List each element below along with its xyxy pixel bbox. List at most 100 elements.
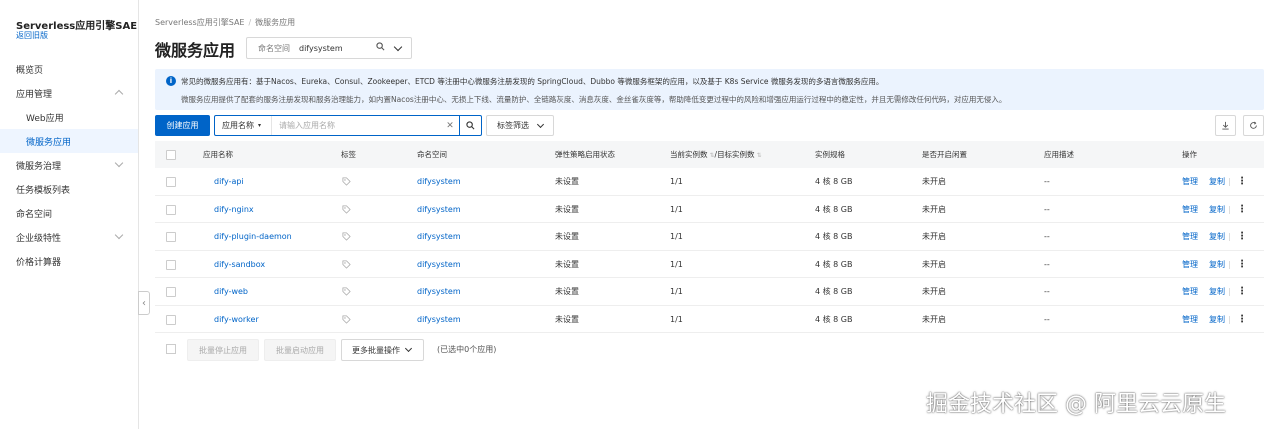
- copy-link[interactable]: 复制: [1209, 196, 1225, 223]
- refresh-icon: [1250, 121, 1257, 129]
- namespace-link[interactable]: difysystem: [417, 278, 461, 305]
- download-icon: [1222, 121, 1229, 130]
- tag-icon[interactable]: [342, 259, 351, 269]
- back-to-old-version-link[interactable]: 返回旧版: [16, 30, 48, 41]
- watermark: 掘金技术社区 @ 阿里云云原生: [926, 392, 1226, 417]
- chevron-up-icon: [114, 89, 124, 99]
- tag-filter-select[interactable]: 标签筛选: [486, 115, 554, 136]
- more-batch-label: 更多批量操作: [352, 345, 400, 355]
- manage-link[interactable]: 管理: [1182, 223, 1198, 250]
- instance-count: 1/1: [670, 314, 683, 324]
- breadcrumb-root[interactable]: Serverless应用引擎SAE: [155, 18, 244, 27]
- manage-link[interactable]: 管理: [1182, 196, 1198, 223]
- namespace-link[interactable]: difysystem: [417, 196, 461, 223]
- footer-select-all-checkbox[interactable]: [166, 344, 176, 354]
- namespace-link[interactable]: difysystem: [417, 168, 461, 195]
- more-actions-icon[interactable]: ⋮: [1237, 223, 1247, 250]
- app-description: --: [1044, 204, 1050, 214]
- policy-status: 未设置: [555, 177, 579, 186]
- idle-status: 未开启: [922, 287, 946, 296]
- create-app-button[interactable]: 创建应用: [155, 115, 210, 136]
- app-name-link[interactable]: dify-nginx: [214, 196, 254, 223]
- app-root: Serverless应用引擎SAE 返回旧版 概览页 应用管理 Web应用 微服…: [0, 0, 1278, 429]
- manage-link[interactable]: 管理: [1182, 251, 1198, 278]
- app-name-link[interactable]: dify-web: [214, 278, 248, 305]
- sidebar-item-enterprise-features[interactable]: 企业级特性: [0, 225, 138, 249]
- search-type-select[interactable]: 应用名称 ▾: [215, 116, 271, 135]
- manage-link[interactable]: 管理: [1182, 306, 1198, 333]
- breadcrumb: Serverless应用引擎SAE / 微服务应用: [155, 17, 295, 28]
- tag-icon[interactable]: [342, 232, 351, 241]
- more-batch-actions-button[interactable]: 更多批量操作: [341, 339, 424, 361]
- copy-link[interactable]: 复制: [1209, 251, 1225, 278]
- tag-icon[interactable]: [342, 287, 351, 296]
- clear-icon[interactable]: ✕: [441, 121, 459, 131]
- sidebar-item-web-apps[interactable]: Web应用: [0, 105, 138, 129]
- more-actions-icon[interactable]: ⋮: [1237, 306, 1247, 333]
- sidebar-item-microservice-governance[interactable]: 微服务治理: [0, 153, 138, 177]
- row-checkbox[interactable]: [166, 177, 176, 187]
- search-button[interactable]: [459, 116, 481, 135]
- sidebar-item-job-templates[interactable]: 任务模板列表: [0, 177, 138, 201]
- sidebar-item-microservice-apps[interactable]: 微服务应用: [0, 129, 138, 153]
- sidebar-item-label: 命名空间: [16, 209, 53, 220]
- app-name-link[interactable]: dify-worker: [214, 306, 259, 333]
- info-line-1: 常见的微服务应用有：基于Nacos、Eureka、Consul、Zookeepe…: [181, 77, 884, 86]
- sidebar-item-app-management[interactable]: 应用管理: [0, 81, 138, 105]
- tag-icon[interactable]: [342, 314, 351, 324]
- instance-spec: 4 核 8 GB: [815, 259, 853, 269]
- row-checkbox[interactable]: [166, 204, 176, 215]
- namespace-select[interactable]: 命名空间 difysystem: [246, 37, 412, 59]
- download-button[interactable]: [1215, 115, 1236, 136]
- copy-link[interactable]: 复制: [1209, 223, 1225, 250]
- namespace-link[interactable]: difysystem: [417, 251, 461, 278]
- sidebar-item-namespaces[interactable]: 命名空间: [0, 201, 138, 225]
- sidebar-collapse-button[interactable]: ‹: [138, 291, 150, 315]
- info-banner: i 常见的微服务应用有：基于Nacos、Eureka、Consul、Zookee…: [155, 69, 1264, 110]
- more-actions-icon[interactable]: ⋮: [1237, 278, 1247, 305]
- search-input[interactable]: [271, 116, 441, 135]
- select-all-checkbox[interactable]: [166, 150, 176, 160]
- chevron-down-icon: [536, 120, 545, 129]
- search-icon: [466, 121, 475, 130]
- column-header-tag: 标签: [341, 150, 356, 159]
- column-header-ops: 操作: [1182, 150, 1197, 159]
- copy-link[interactable]: 复制: [1209, 168, 1225, 195]
- manage-link[interactable]: 管理: [1182, 168, 1198, 195]
- row-checkbox[interactable]: [166, 314, 176, 325]
- tag-icon[interactable]: [342, 177, 351, 186]
- sidebar-item-label: 概览页: [16, 65, 44, 76]
- table-header: 应用名称 标签 命名空间 弹性策略启用状态 当前实例数 ⇅/目标实例数 ⇅ 实例规格…: [155, 141, 1264, 168]
- refresh-button[interactable]: [1243, 115, 1264, 136]
- divider: [1229, 288, 1230, 296]
- divider: [1229, 178, 1230, 186]
- namespace-value: difysystem: [299, 43, 343, 53]
- copy-link[interactable]: 复制: [1209, 306, 1225, 333]
- current-instances-label: 当前实例数: [670, 150, 708, 159]
- more-actions-icon[interactable]: ⋮: [1237, 196, 1247, 223]
- row-checkbox[interactable]: [166, 287, 176, 297]
- sidebar-item-label: 任务模板列表: [16, 185, 71, 196]
- sidebar-item-price-calculator[interactable]: 价格计算器: [0, 249, 138, 273]
- app-name-link[interactable]: dify-sandbox: [214, 251, 265, 278]
- tag-icon[interactable]: [342, 204, 351, 214]
- app-name-link[interactable]: dify-plugin-daemon: [214, 223, 292, 250]
- policy-status: 未设置: [555, 287, 579, 296]
- namespace-link[interactable]: difysystem: [417, 223, 461, 250]
- more-actions-icon[interactable]: ⋮: [1237, 251, 1247, 278]
- table-row: dify-plugin-daemon difysystem 未设置 1/1 4 核 8 …: [155, 223, 1264, 251]
- namespace-link[interactable]: difysystem: [417, 306, 461, 333]
- row-checkbox[interactable]: [166, 259, 176, 270]
- app-name-link[interactable]: dify-api: [214, 168, 244, 195]
- batch-stop-button[interactable]: 批量停止应用: [187, 339, 259, 361]
- copy-link[interactable]: 复制: [1209, 278, 1225, 305]
- table-row: dify-worker difysystem 未设置 1/1 4 核 8 GB 未开启 --…: [155, 306, 1264, 333]
- more-actions-icon[interactable]: ⋮: [1237, 168, 1247, 195]
- apps-table: 应用名称 标签 命名空间 弹性策略启用状态 当前实例数 ⇅/目标实例数 ⇅ 实例规格…: [155, 141, 1264, 333]
- sidebar-item-overview[interactable]: 概览页: [0, 57, 138, 81]
- manage-link[interactable]: 管理: [1182, 278, 1198, 305]
- batch-start-button[interactable]: 批量启动应用: [264, 339, 336, 361]
- sort-icon[interactable]: ⇅: [757, 152, 762, 159]
- instance-count: 1/1: [670, 232, 683, 241]
- row-checkbox[interactable]: [166, 232, 176, 242]
